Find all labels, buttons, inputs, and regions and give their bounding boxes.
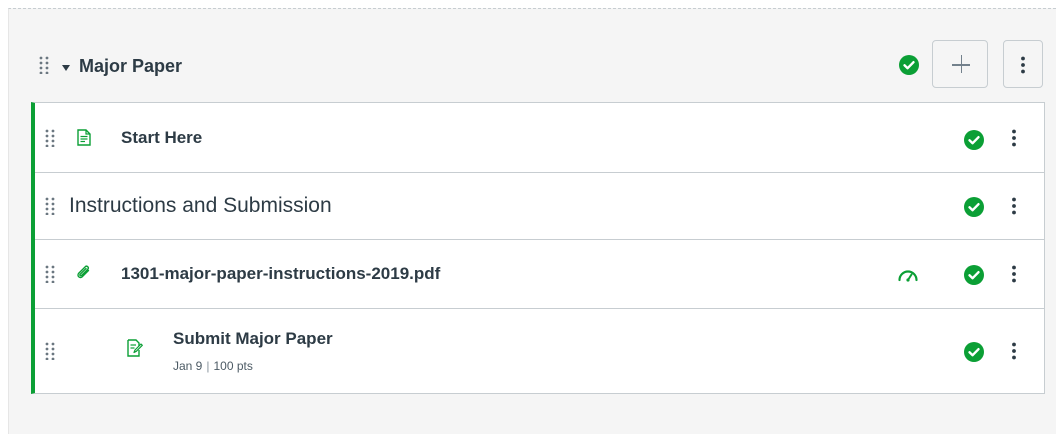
- published-check-icon[interactable]: [964, 197, 984, 217]
- context-module: Major Paper Start Here Instructions and …: [8, 8, 1056, 434]
- assignment-icon: [127, 339, 143, 357]
- mastery-paths-icon[interactable]: [897, 268, 919, 282]
- kebab-icon[interactable]: [1011, 197, 1017, 215]
- details-separator: |: [206, 359, 210, 373]
- item-title-link[interactable]: Start Here: [121, 128, 202, 148]
- module-menu-button[interactable]: [1003, 40, 1043, 88]
- item-details: Jan 9 | 100 pts: [173, 359, 253, 373]
- list-item[interactable]: Instructions and Submission: [35, 173, 1044, 240]
- published-check-icon[interactable]: [964, 265, 984, 285]
- item-title-link[interactable]: 1301-major-paper-instructions-2019.pdf: [121, 264, 440, 284]
- due-date: Jan 9: [173, 359, 203, 373]
- published-check-icon[interactable]: [964, 130, 984, 150]
- drag-handle-icon[interactable]: [39, 56, 49, 74]
- subheader-title: Instructions and Submission: [69, 194, 332, 217]
- drag-handle-icon[interactable]: [45, 197, 55, 215]
- module-items-list: Start Here Instructions and Submission 1…: [31, 102, 1045, 394]
- published-check-icon[interactable]: [899, 55, 919, 75]
- module-title[interactable]: Major Paper: [79, 56, 182, 77]
- kebab-icon: [1021, 56, 1025, 74]
- list-item[interactable]: Start Here: [35, 103, 1044, 173]
- drag-handle-icon[interactable]: [45, 129, 55, 147]
- drag-handle-icon[interactable]: [45, 342, 55, 360]
- kebab-icon[interactable]: [1011, 342, 1017, 360]
- list-item[interactable]: 1301-major-paper-instructions-2019.pdf: [35, 240, 1044, 309]
- points: 100 pts: [213, 359, 253, 373]
- add-item-button[interactable]: [932, 40, 988, 88]
- item-title-link[interactable]: Submit Major Paper: [173, 329, 333, 349]
- module-header: Major Paper: [9, 9, 1056, 104]
- kebab-icon[interactable]: [1011, 129, 1017, 147]
- paperclip-icon: [77, 265, 90, 279]
- list-item[interactable]: Submit Major Paper Jan 9 | 100 pts: [35, 309, 1044, 393]
- collapse-caret-icon[interactable]: [62, 65, 70, 71]
- kebab-icon[interactable]: [1011, 265, 1017, 283]
- drag-handle-icon[interactable]: [45, 265, 55, 283]
- published-check-icon[interactable]: [964, 342, 984, 362]
- page-icon: [77, 129, 91, 146]
